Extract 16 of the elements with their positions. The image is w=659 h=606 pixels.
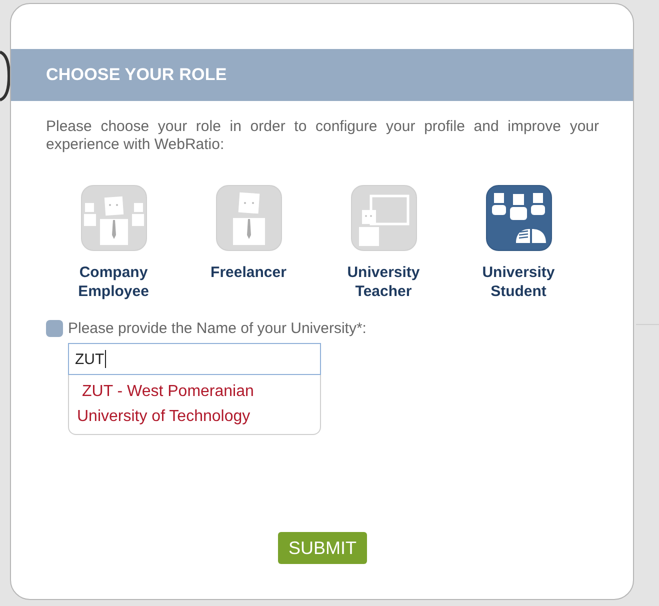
suggestion-option[interactable]: ZUT - West Pomeranian University of Technology	[77, 379, 314, 429]
checkbox[interactable]	[46, 320, 63, 337]
people-with-book-icon	[486, 185, 552, 251]
role-option[interactable]: Company Employee	[46, 185, 181, 301]
field-label: Please provide the Name of your University*:	[68, 320, 366, 337]
role-option[interactable]: University Student	[451, 185, 586, 301]
intro-text: Please choose your role in order to configure your profile and improve your experience with WebRatio:	[46, 118, 599, 154]
person-with-board-icon	[350, 185, 416, 251]
role-option[interactable]: University Teacher	[316, 185, 451, 301]
dialog-title: CHOOSE YOUR ROLE	[46, 65, 227, 85]
arc-drawing	[0, 50, 10, 102]
person-with-tie-icon	[216, 185, 282, 251]
three-people-icon	[80, 185, 146, 251]
role-option[interactable]: Freelancer	[181, 185, 316, 301]
university-input[interactable]: ZUT	[68, 343, 321, 375]
text-caret-icon	[105, 350, 106, 368]
